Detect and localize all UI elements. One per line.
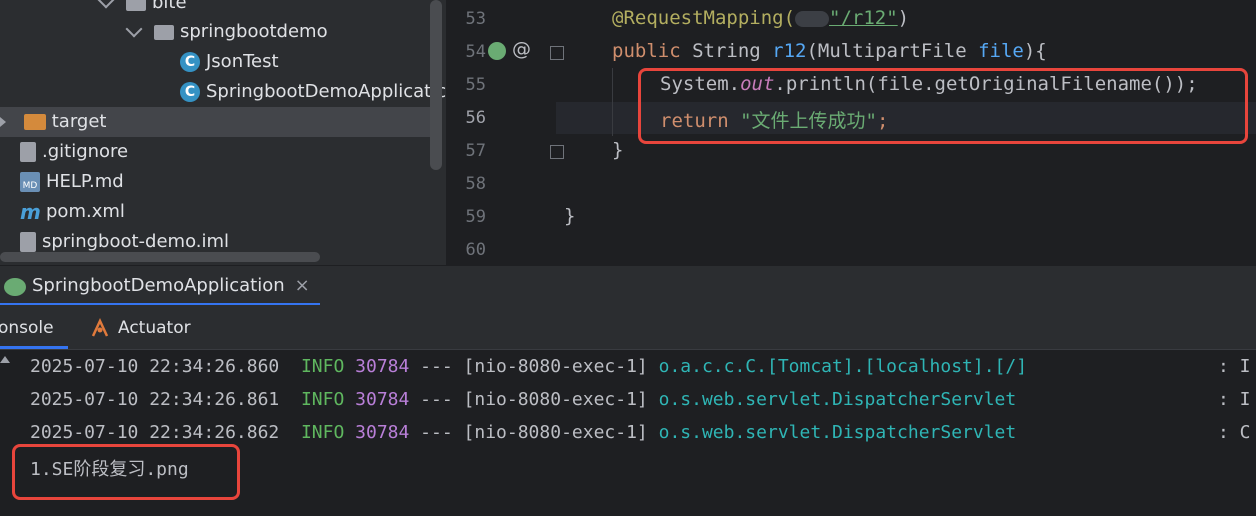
scroll-up-icon[interactable]: [0, 356, 10, 363]
package-icon: [126, 0, 146, 11]
module-file-icon: [20, 232, 36, 252]
line-number: 60: [465, 240, 486, 260]
tab-springbootdemoapplication[interactable]: SpringbootDemoApplication ×: [0, 266, 310, 306]
class-icon: C: [180, 52, 200, 72]
tree-vertical-scrollbar[interactable]: [430, 0, 442, 170]
tree-item-target[interactable]: target: [0, 107, 430, 137]
tree-item-springbootdemo[interactable]: springbootdemo: [125, 17, 328, 47]
project-tree: bite springbootdemo C JsonTest C Springboo…: [0, 0, 446, 265]
tree-item-pom-xml[interactable]: m pom.xml: [20, 197, 125, 227]
globe-icon[interactable]: [795, 10, 830, 27]
maven-icon: m: [20, 200, 41, 224]
spring-endpoint-icon[interactable]: [488, 42, 506, 60]
class-icon: C: [180, 82, 200, 102]
log-line-tail: : I: [1218, 389, 1251, 410]
close-icon[interactable]: ×: [295, 275, 310, 296]
code-line-53: @RequestMapping("/r12"): [612, 7, 910, 29]
package-icon: [154, 24, 174, 40]
ignore-file-icon: [20, 142, 36, 162]
run-tool-tabbar: SpringbootDemoApplication ×: [0, 265, 1256, 306]
fold-icon[interactable]: [550, 145, 564, 159]
line-number: 57: [465, 141, 486, 161]
chevron-down-icon[interactable]: [125, 20, 143, 38]
log-line: 2025-07-10 22:34:26.860 INFO 30784 --- […: [30, 356, 1028, 377]
folder-icon: [23, 114, 46, 130]
tree-horizontal-scrollbar[interactable]: [0, 252, 320, 262]
code-line-57: }: [612, 139, 624, 161]
tree-item-help-md[interactable]: MD HELP.md: [20, 167, 124, 197]
highlight-box-output: [12, 444, 240, 500]
line-number: 58: [465, 174, 486, 194]
tree-item-gitignore[interactable]: .gitignore: [20, 137, 128, 167]
line-number-current: 56: [465, 108, 486, 128]
log-line-tail: : C: [1218, 422, 1251, 443]
chevron-right-icon[interactable]: [0, 117, 6, 127]
highlight-box-code: [638, 68, 1248, 144]
tree-item-springbootdemoapplication[interactable]: C SpringbootDemoApplicatic: [180, 77, 446, 107]
tab-console[interactable]: onsole: [0, 305, 68, 349]
tab-actuator[interactable]: Actuator: [118, 305, 191, 349]
line-number: 54: [465, 42, 486, 62]
code-line-54: public String r12(MultipartFile file){: [612, 40, 1047, 62]
log-line: 2025-07-10 22:34:26.862 INFO 30784 --- […: [30, 422, 1017, 443]
indent-guide: [612, 68, 613, 136]
code-line-59: }: [564, 205, 576, 227]
line-number: 55: [465, 75, 486, 95]
tree-item-bite[interactable]: bite: [97, 0, 187, 18]
annotation-gutter-icon[interactable]: @: [512, 38, 531, 60]
log-line: 2025-07-10 22:34:26.861 INFO 30784 --- […: [30, 389, 1017, 410]
fold-icon[interactable]: [550, 46, 564, 60]
tree-item-jsontest[interactable]: C JsonTest: [180, 47, 279, 77]
run-subtabs: onsole Actuator: [0, 305, 1256, 350]
line-number: 53: [465, 9, 486, 29]
chevron-down-icon[interactable]: [97, 0, 115, 9]
markdown-icon: MD: [20, 172, 40, 192]
log-line-tail: : I: [1218, 356, 1251, 377]
line-number: 59: [465, 207, 486, 227]
actuator-icon: [90, 318, 110, 338]
